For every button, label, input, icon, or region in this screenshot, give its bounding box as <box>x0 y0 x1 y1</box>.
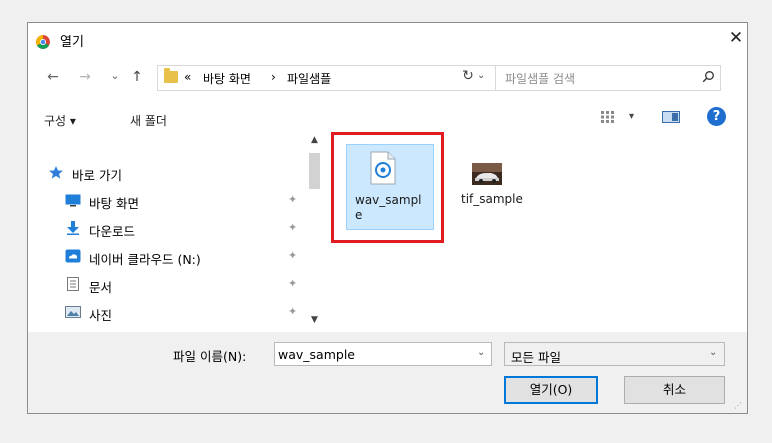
back-arrow-icon[interactable]: ← <box>44 68 62 86</box>
pin-icon[interactable]: ✦ <box>288 221 297 234</box>
download-icon <box>65 221 81 235</box>
search-icon[interactable] <box>700 69 716 85</box>
image-thumbnail-icon[interactable] <box>472 163 502 185</box>
recent-locations-chevron-icon[interactable]: ⌄ <box>106 67 124 85</box>
open-button[interactable]: 열기(O) <box>504 376 598 404</box>
chevron-down-icon[interactable]: ⌄ <box>709 347 717 358</box>
window-title: 열기 <box>60 35 84 50</box>
title-bar: 열기 ✕ <box>28 23 747 55</box>
preview-pane-icon[interactable] <box>662 111 680 123</box>
sidebar-item-label: 바탕 화면 <box>89 196 139 211</box>
forward-arrow-icon[interactable]: → <box>76 68 94 86</box>
pictures-icon <box>65 305 81 319</box>
sidebar-item-label: 사진 <box>89 308 113 323</box>
filename-input[interactable]: wav_sample ⌄ <box>274 342 492 366</box>
pin-icon[interactable]: ✦ <box>288 249 297 262</box>
pin-icon[interactable]: ✦ <box>288 193 297 206</box>
new-folder-button[interactable]: 새 폴더 <box>130 112 167 129</box>
organize-menu[interactable]: 구성 ▾ <box>44 112 76 129</box>
sidebar-item-downloads[interactable]: 다운로드 ✦ <box>65 218 315 240</box>
chrome-app-icon <box>36 35 50 49</box>
document-icon <box>65 277 81 291</box>
filetype-value: 모든 파일 <box>511 350 561 365</box>
breadcrumb-current-folder[interactable]: 파일샘플 <box>287 70 331 87</box>
pin-icon[interactable]: ✦ <box>288 305 297 318</box>
sidebar-item-documents[interactable]: 문서 ✦ <box>65 274 315 296</box>
folder-icon <box>164 68 178 83</box>
search-box[interactable]: 파일샘플 검색 <box>495 65 721 91</box>
sidebar-scrollbar[interactable]: ▲ ▼ <box>306 135 323 330</box>
star-icon <box>48 165 64 179</box>
red-highlight-box <box>331 132 444 243</box>
breadcrumb-separator: › <box>271 70 276 84</box>
resize-grip-icon[interactable]: ⋰ <box>734 401 742 410</box>
help-icon[interactable]: ? <box>707 107 726 126</box>
sidebar-item-label: 네이버 클라우드 (N:) <box>89 252 201 267</box>
sidebar-item-label: 문서 <box>89 280 113 295</box>
search-placeholder: 파일샘플 검색 <box>505 72 576 86</box>
up-arrow-icon[interactable]: ↑ <box>128 68 146 86</box>
filetype-select[interactable]: 모든 파일 ⌄ <box>504 342 725 366</box>
sidebar-item-label: 바로 가기 <box>72 168 122 183</box>
sidebar-item-naver-cloud[interactable]: 네이버 클라우드 (N:) ✦ <box>65 246 315 268</box>
sidebar-item-quick-access[interactable]: 바로 가기 <box>48 162 298 184</box>
filename-label: 파일 이름(N): <box>173 349 247 364</box>
sidebar-item-desktop[interactable]: 바탕 화면 ✦ <box>65 190 315 212</box>
filename-value: wav_sample <box>278 347 355 362</box>
view-options-dropdown-icon[interactable]: ▾ <box>629 111 634 122</box>
scroll-up-arrow-icon[interactable]: ▲ <box>306 135 323 149</box>
sidebar-item-pictures[interactable]: 사진 ✦ <box>65 302 315 324</box>
scroll-down-arrow-icon[interactable]: ▼ <box>306 315 323 329</box>
view-grid-icon[interactable] <box>600 110 616 124</box>
cloud-drive-icon <box>65 249 81 263</box>
chevron-down-icon[interactable]: ⌄ <box>477 347 485 358</box>
breadcrumb-overflow[interactable]: « <box>184 70 191 84</box>
desktop-icon <box>65 193 81 207</box>
open-file-dialog: 열기 ✕ ← → ⌄ ↑ « 바탕 화면 › 파일샘플 ⌄ ↻ 파일샘플 검색 … <box>27 22 748 414</box>
file-name[interactable]: tif_sample <box>461 192 523 206</box>
close-icon[interactable]: ✕ <box>728 29 744 47</box>
refresh-icon[interactable]: ↻ <box>457 68 479 88</box>
breadcrumb-desktop[interactable]: 바탕 화면 <box>203 70 251 87</box>
sidebar-item-label: 다운로드 <box>89 224 136 239</box>
scroll-thumb[interactable] <box>309 153 320 189</box>
cancel-button[interactable]: 취소 <box>624 376 725 404</box>
pin-icon[interactable]: ✦ <box>288 277 297 290</box>
